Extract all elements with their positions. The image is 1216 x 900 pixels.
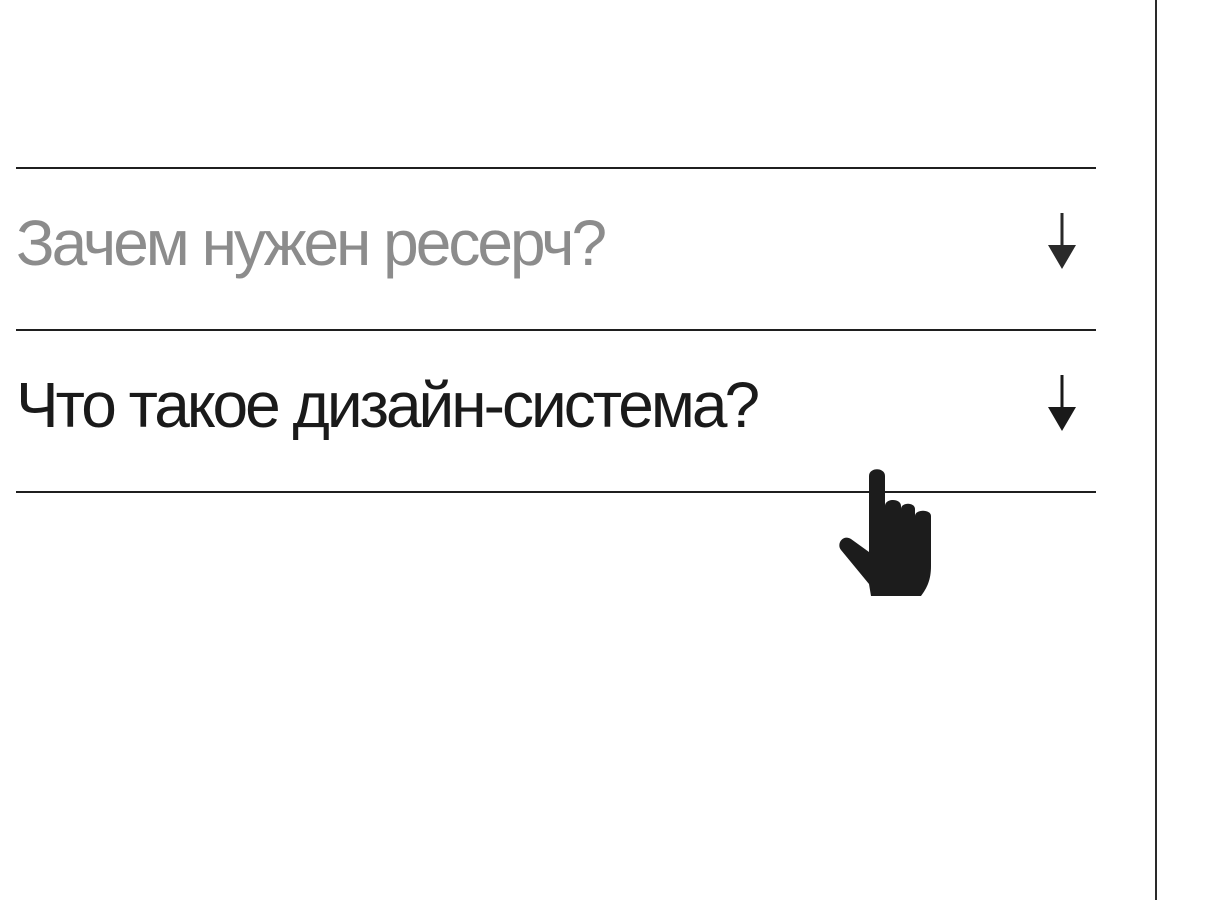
right-edge-divider [1155,0,1157,900]
faq-question: Что такое дизайн-система? [16,369,760,441]
page-canvas: Зачем нужен ресерч? Что такое дизайн-сис… [0,0,1216,900]
divider-bottom [16,491,1096,493]
faq-item-design-system[interactable]: Что такое дизайн-система? [16,331,1096,491]
faq-question: Зачем нужен ресерч? [16,207,607,279]
arrow-down-icon[interactable] [1042,211,1082,275]
faq-item-research[interactable]: Зачем нужен ресерч? [16,169,1096,329]
arrow-down-icon[interactable] [1042,373,1082,437]
faq-accordion: Зачем нужен ресерч? Что такое дизайн-сис… [16,167,1096,493]
